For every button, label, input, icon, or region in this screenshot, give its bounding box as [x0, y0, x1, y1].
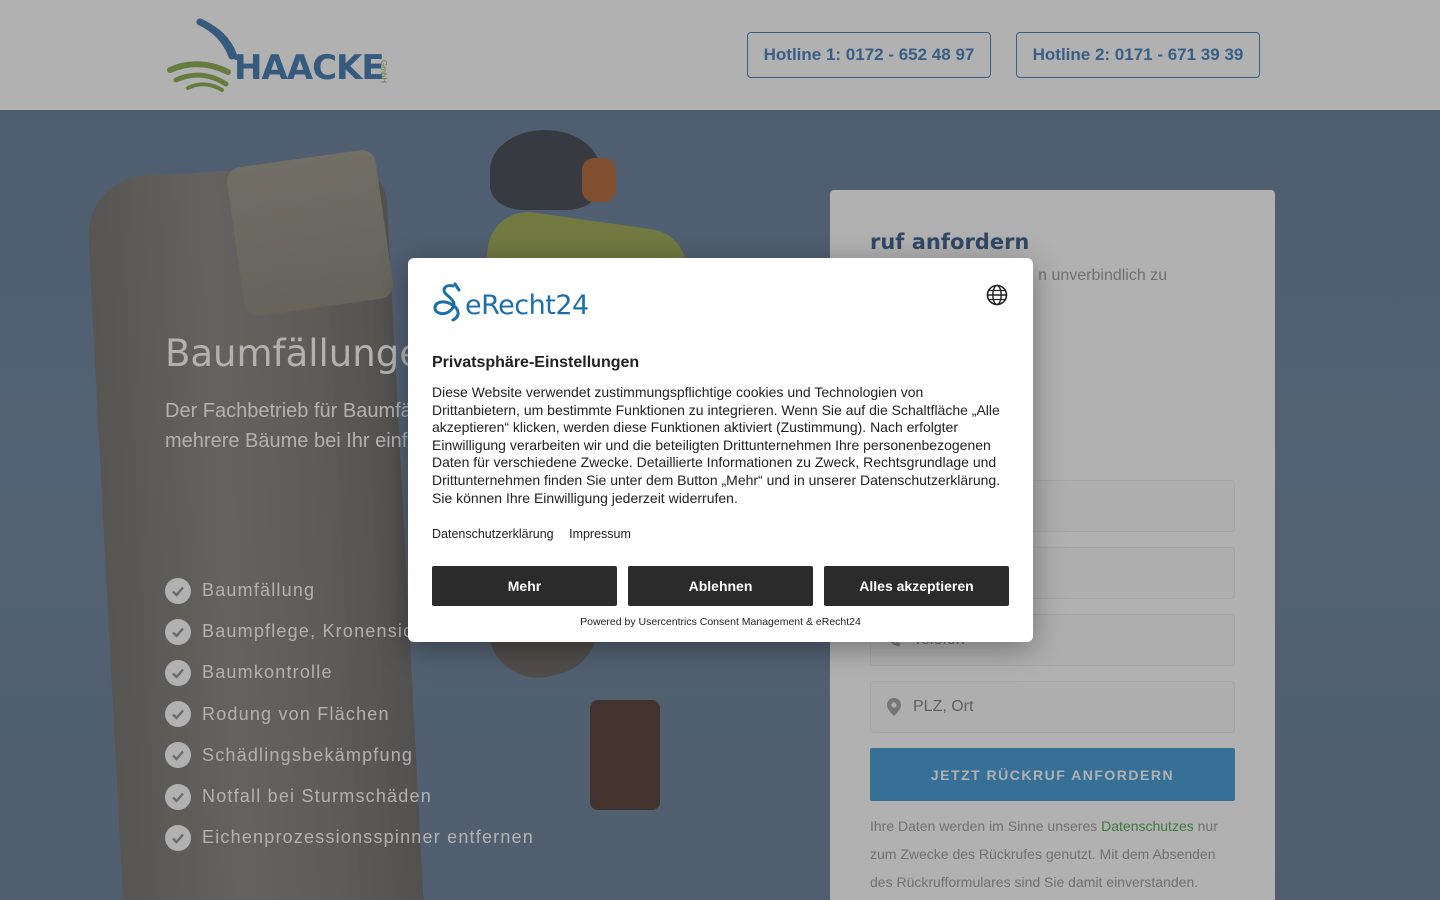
decline-button[interactable]: Ablehnen	[628, 566, 813, 606]
language-globe-icon[interactable]	[986, 284, 1008, 306]
powered-by-text: Powered by Usercentrics Consent Manageme…	[580, 616, 861, 628]
accept-all-button[interactable]: Alles akzeptieren	[824, 566, 1009, 606]
consent-links: Datenschutzerklärung Impressum	[432, 527, 643, 541]
erecht24-logo-icon	[433, 282, 461, 322]
consent-modal: eRecht24 Privatsphäre-Einstellungen Dies…	[408, 258, 1033, 642]
more-button[interactable]: Mehr	[432, 566, 617, 606]
privacy-policy-link[interactable]: Datenschutzerklärung	[432, 527, 554, 541]
erecht24-logo: eRecht24	[431, 282, 611, 324]
consent-body-text: Diese Website verwendet zustimmungspflic…	[432, 384, 1001, 506]
imprint-link[interactable]: Impressum	[569, 527, 631, 541]
consent-heading: Privatsphäre-Einstellungen	[432, 354, 640, 371]
